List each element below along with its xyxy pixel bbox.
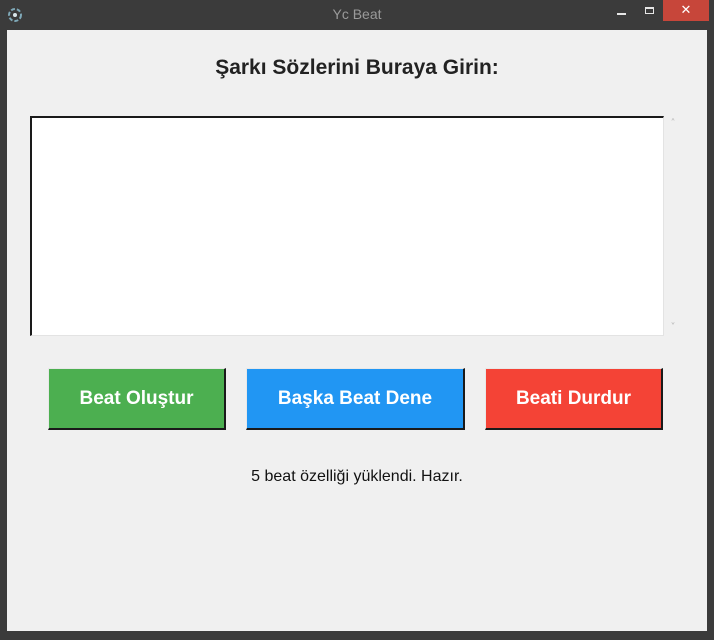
lyrics-scrollbar[interactable]: ˄ ˅ — [664, 116, 682, 336]
maximize-icon — [644, 7, 654, 14]
title-bar[interactable]: Yc Beat ✕ — [0, 0, 714, 30]
stop-beat-button[interactable]: Beati Durdur — [485, 368, 663, 430]
status-text: 5 beat özelliği yüklendi. Hazır. — [251, 468, 463, 485]
close-button[interactable]: ✕ — [663, 0, 709, 21]
minimize-icon — [616, 12, 626, 15]
scroll-down-icon[interactable]: ˅ — [664, 320, 682, 336]
main-panel: Şarkı Sözlerini Buraya Girin: ˄ ˅ Beat O… — [7, 30, 707, 631]
lyrics-input[interactable] — [30, 116, 664, 336]
maximize-button[interactable] — [635, 0, 663, 21]
scroll-up-icon[interactable]: ˄ — [664, 116, 682, 132]
app-window: Yc Beat ✕ Şarkı Sözlerini Buraya Girin: … — [0, 0, 714, 640]
page-title: Şarkı Sözlerini Buraya Girin: — [215, 56, 499, 79]
create-beat-button[interactable]: Beat Oluştur — [48, 368, 226, 430]
close-icon: ✕ — [680, 3, 692, 18]
try-another-beat-button[interactable]: Başka Beat Dene — [246, 368, 465, 430]
minimize-button[interactable] — [607, 0, 635, 21]
